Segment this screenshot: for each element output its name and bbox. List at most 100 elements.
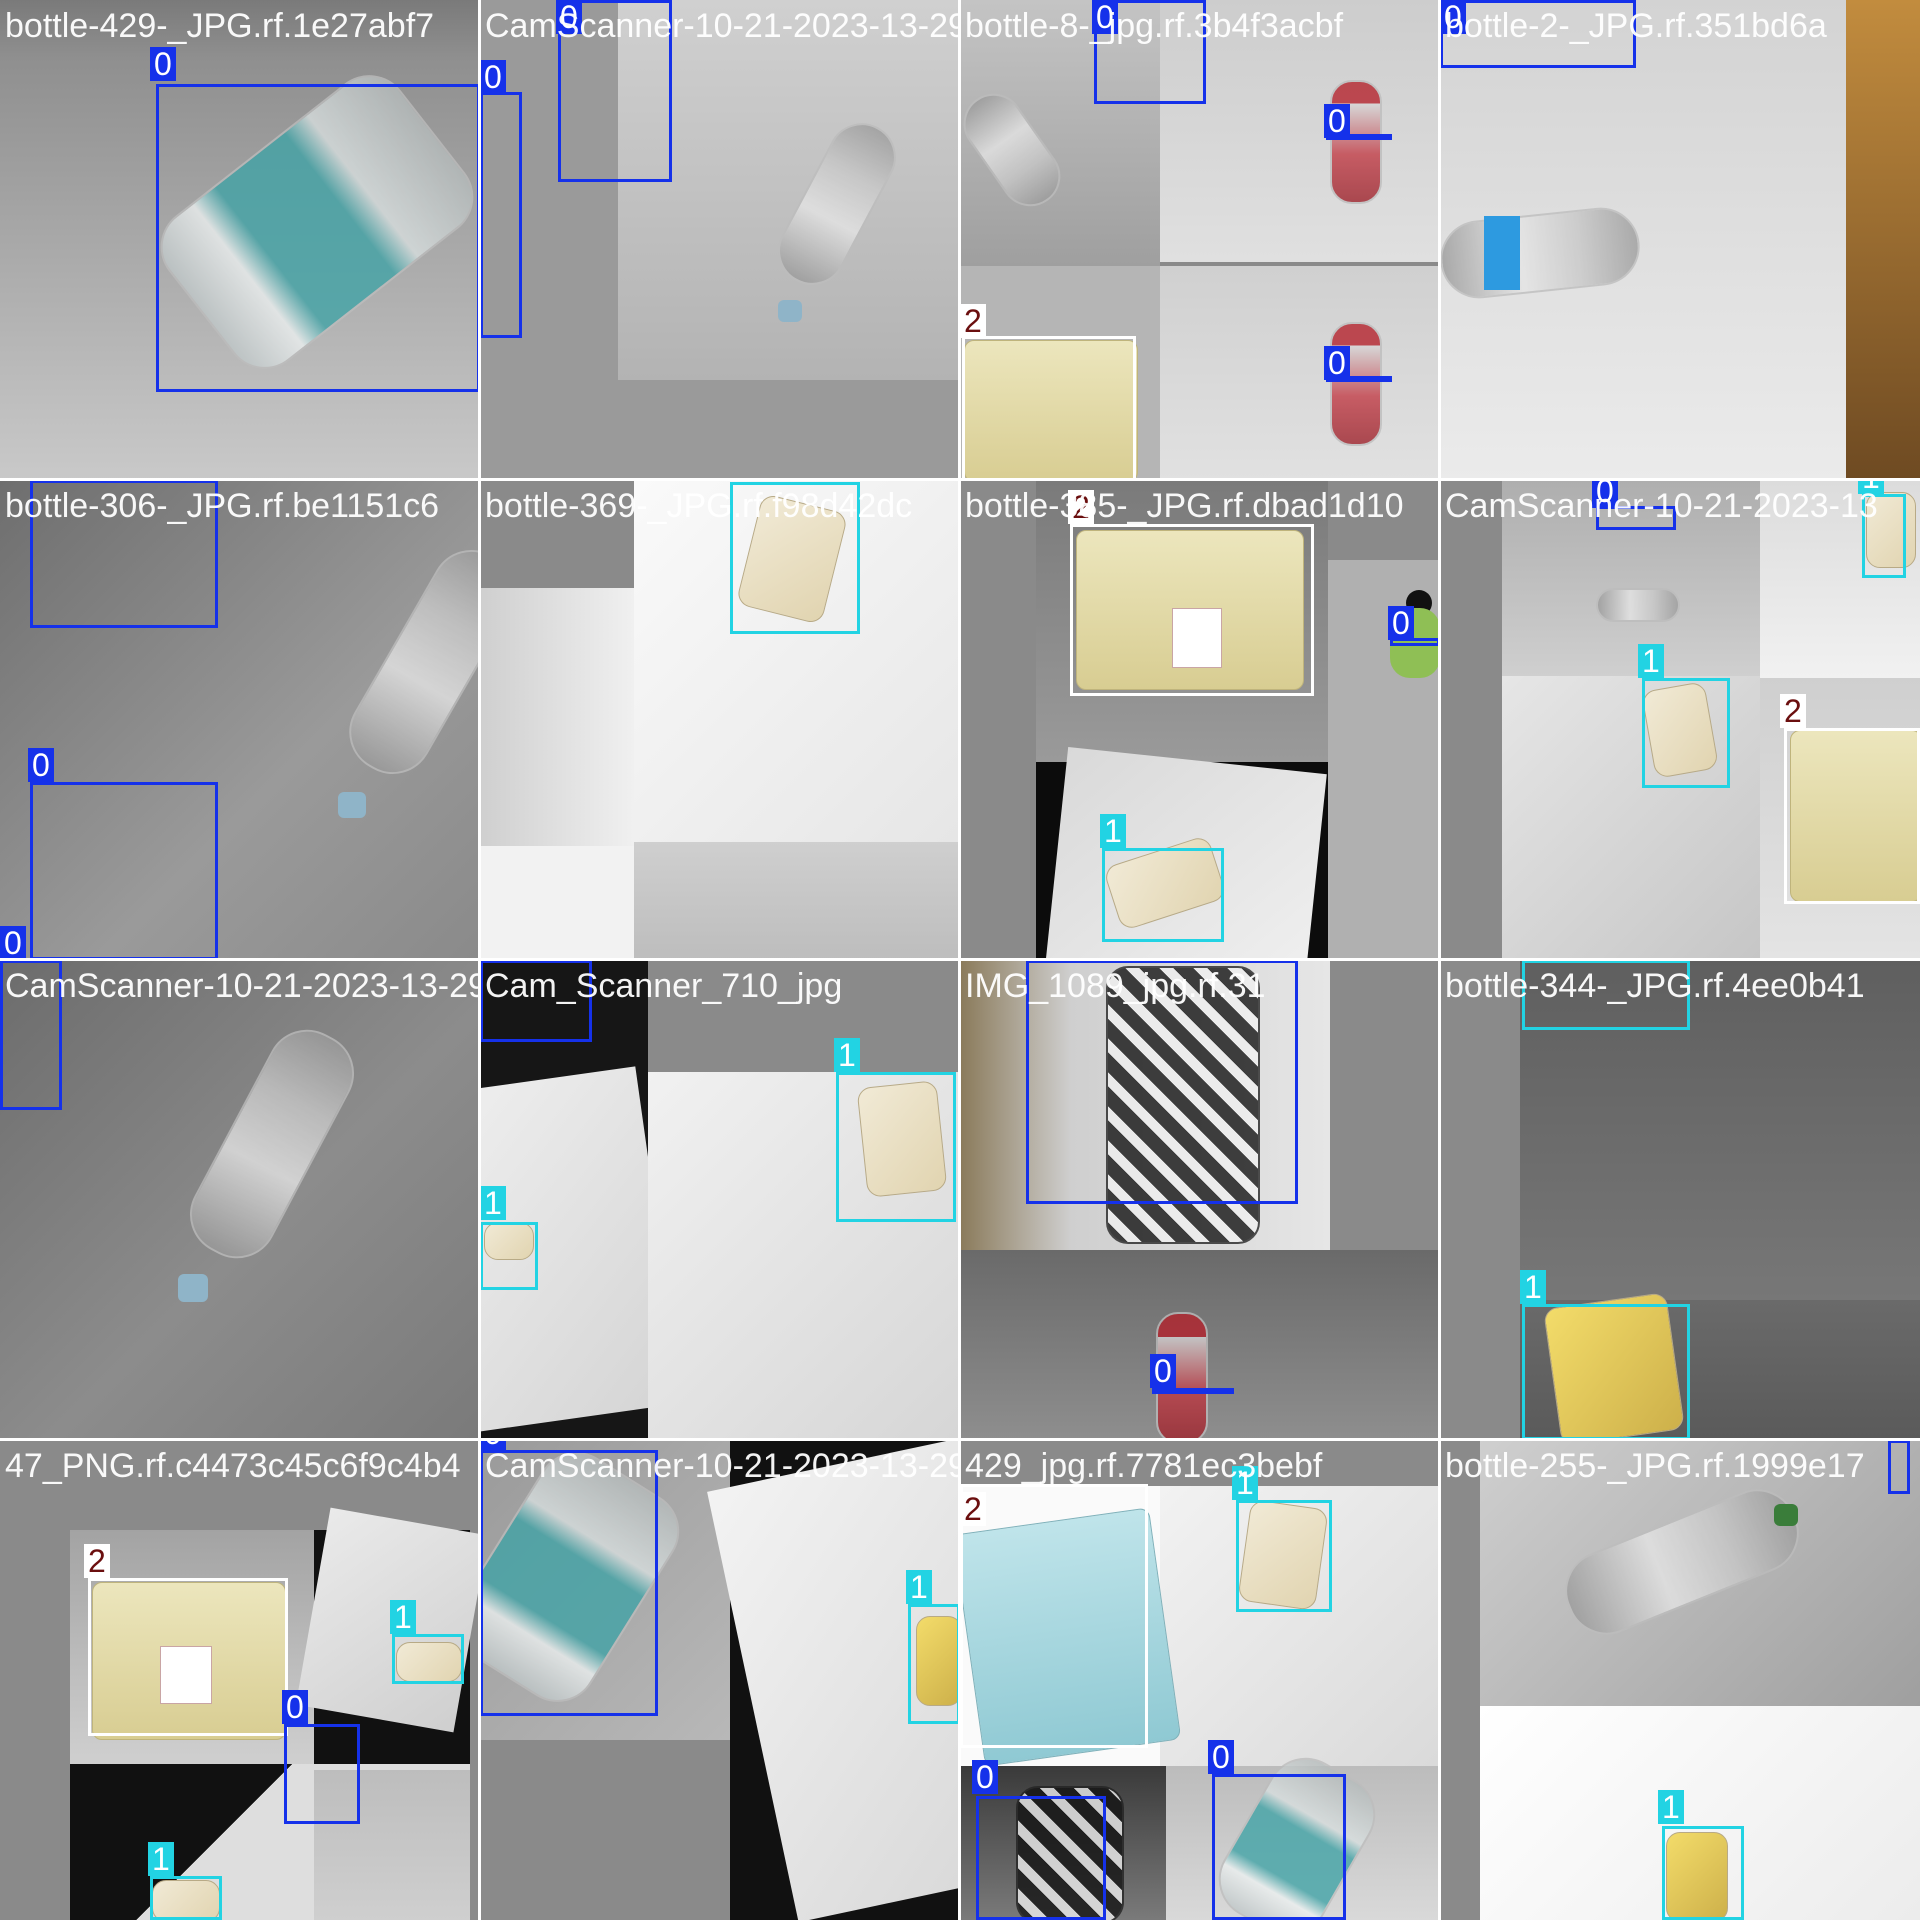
mosaic-grid-line	[0, 1438, 1920, 1441]
image-filename: bottle-8-_jpg.rf.3b4f3acbf	[965, 7, 1344, 45]
class-label: 1	[834, 1038, 860, 1072]
object-bottle-label	[1484, 216, 1520, 290]
image-filename: bottle-369-_JPG.rf.f98d42dc	[485, 487, 913, 525]
detection-box	[1888, 1440, 1910, 1494]
image-filename: bottle-255-_JPG.rf.1999e17	[1445, 1447, 1865, 1485]
detection-box	[1662, 1826, 1744, 1920]
detection-box	[960, 1484, 1148, 1748]
class-label: 1	[480, 1186, 506, 1220]
detection-box	[962, 336, 1136, 480]
mosaic-tile: 0 0 bottle-429-_JPG.rf.1e27abf7	[0, 0, 480, 480]
detection-box	[284, 1724, 360, 1824]
mosaic-tile: 0 0 0 bottle-306-_JPG.rf.be1151c6	[0, 480, 480, 960]
class-label: 1	[1658, 1790, 1684, 1824]
tile-background	[634, 842, 960, 960]
mosaic-tile: 1 1 bottle-344-_JPG.rf.4ee0b41	[1440, 960, 1920, 1440]
tile-background	[480, 846, 634, 960]
mosaic-tile: 0 1 CamScanner-10-21-2023-13-29	[480, 1440, 960, 1920]
image-filename: CamScanner-10-21-2023-13-29	[485, 1447, 960, 1485]
class-label: 0	[282, 1690, 308, 1724]
detection-box	[1102, 848, 1224, 942]
tile-background	[480, 588, 634, 846]
detection-box	[1212, 1774, 1346, 1920]
detection-box	[30, 782, 218, 960]
detection-box	[150, 1876, 222, 1920]
detection-box	[480, 1222, 538, 1290]
class-label: 2	[84, 1544, 110, 1578]
class-label: 0	[972, 1760, 998, 1794]
image-filename: bottle-385-_JPG.rf.dbad1d10	[965, 487, 1404, 525]
object-bottle	[1596, 588, 1680, 622]
detection-box	[1522, 1304, 1690, 1440]
class-label: 0	[0, 926, 26, 960]
mosaic-tile: 0 0 CamScanner-10-21-2023-13-29	[480, 0, 960, 480]
image-filename: CamScanner-10-21-2023-13	[1445, 487, 1878, 525]
mosaic-tile: 2 1 0 0 429_jpg.rf.7781ec3bebf	[960, 1440, 1440, 1920]
tile-background	[1440, 1440, 1480, 1920]
detection-box	[908, 1604, 960, 1724]
object-bottle-cap	[778, 300, 802, 322]
class-label: 0	[1324, 346, 1350, 380]
tile-background	[1440, 480, 1502, 960]
detection-box	[836, 1072, 956, 1222]
detection-box	[156, 84, 480, 392]
mosaic-tile: 0 bottle-2-_JPG.rf.351bd6a	[1440, 0, 1920, 480]
tile-background	[1846, 0, 1920, 480]
class-label: 1	[148, 1842, 174, 1876]
class-label: 1	[906, 1570, 932, 1604]
mosaic-tile: 2 0 1 bottle-385-_JPG.rf.dbad1d10	[960, 480, 1440, 960]
class-label: 0	[1324, 104, 1350, 138]
detection-box	[1236, 1500, 1332, 1612]
image-filename: Cam_Scanner_710_jpg	[485, 967, 843, 1005]
image-filename: CamScanner-10-21-2023-13-29	[5, 967, 480, 1005]
image-filename: bottle-429-_JPG.rf.1e27abf7	[5, 7, 435, 45]
image-filename: 47_PNG.rf.c4473c45c6f9c4b4	[5, 1447, 461, 1485]
class-label: 0	[28, 748, 54, 782]
object-bottle-cap	[178, 1274, 208, 1302]
class-label: 0	[1150, 1354, 1176, 1388]
detection-box	[1642, 678, 1730, 788]
detection-box	[976, 1796, 1106, 1920]
object-bottle-cap	[338, 792, 366, 818]
detection-box	[480, 1450, 658, 1716]
mosaic-tile: 2 1 0 1 47_PNG.rf.c4473c45c6f9c4b4	[0, 1440, 480, 1920]
training-batch-mosaic: 0 0 bottle-429-_JPG.rf.1e27abf7 0 0 CamS…	[0, 0, 1920, 1920]
tile-background	[1330, 960, 1440, 1250]
class-label: 2	[960, 1492, 986, 1526]
image-filename: bottle-344-_JPG.rf.4ee0b41	[1445, 967, 1865, 1005]
class-label: 0	[150, 47, 176, 81]
class-label: 1	[1638, 644, 1664, 678]
class-label: 1	[1100, 814, 1126, 848]
detection-box	[480, 92, 522, 338]
tile-background	[1160, 266, 1440, 480]
mosaic-tile: CamScanner-10-21-2023-13-29	[0, 960, 480, 1440]
tile-background	[0, 1440, 70, 1920]
class-label: 0	[1388, 606, 1414, 640]
class-label: 0	[480, 60, 506, 94]
class-label: 1	[390, 1600, 416, 1634]
class-label: 0	[1208, 1740, 1234, 1774]
image-filename: IMG_1089_jpg.rf.31	[965, 967, 1266, 1005]
image-filename: bottle-2-_JPG.rf.351bd6a	[1445, 7, 1827, 45]
detection-box	[1784, 728, 1920, 904]
class-label: 2	[960, 304, 986, 338]
image-filename: 429_jpg.rf.7781ec3bebf	[965, 1447, 1323, 1485]
mosaic-tile: 0 0 0 2 bottle-8-_jpg.rf.3b4f3acbf	[960, 0, 1440, 480]
mosaic-grid-line	[0, 958, 1920, 961]
object-bottle	[1330, 322, 1382, 446]
tile-background	[960, 480, 1036, 960]
class-label: 2	[1780, 694, 1806, 728]
mosaic-grid-line	[0, 478, 1920, 481]
tile-background	[295, 1507, 480, 1733]
tile-background	[480, 1740, 730, 1920]
object-bottle	[1330, 80, 1382, 204]
mosaic-tile: 0 0 IMG_1089_jpg.rf.31	[960, 960, 1440, 1440]
class-label: 1	[1520, 1270, 1546, 1304]
image-filename: bottle-306-_JPG.rf.be1151c6	[5, 487, 440, 525]
detection-box	[88, 1578, 288, 1736]
object-bottle-cap	[1774, 1504, 1798, 1526]
image-filename: CamScanner-10-21-2023-13-29	[485, 7, 960, 45]
mosaic-tile: 1 bottle-369-_JPG.rf.f98d42dc	[480, 480, 960, 960]
mosaic-tile: 0 1 bottle-255-_JPG.rf.1999e17	[1440, 1440, 1920, 1920]
mosaic-tile: 0 1 1 Cam_Scanner_710_jpg	[480, 960, 960, 1440]
